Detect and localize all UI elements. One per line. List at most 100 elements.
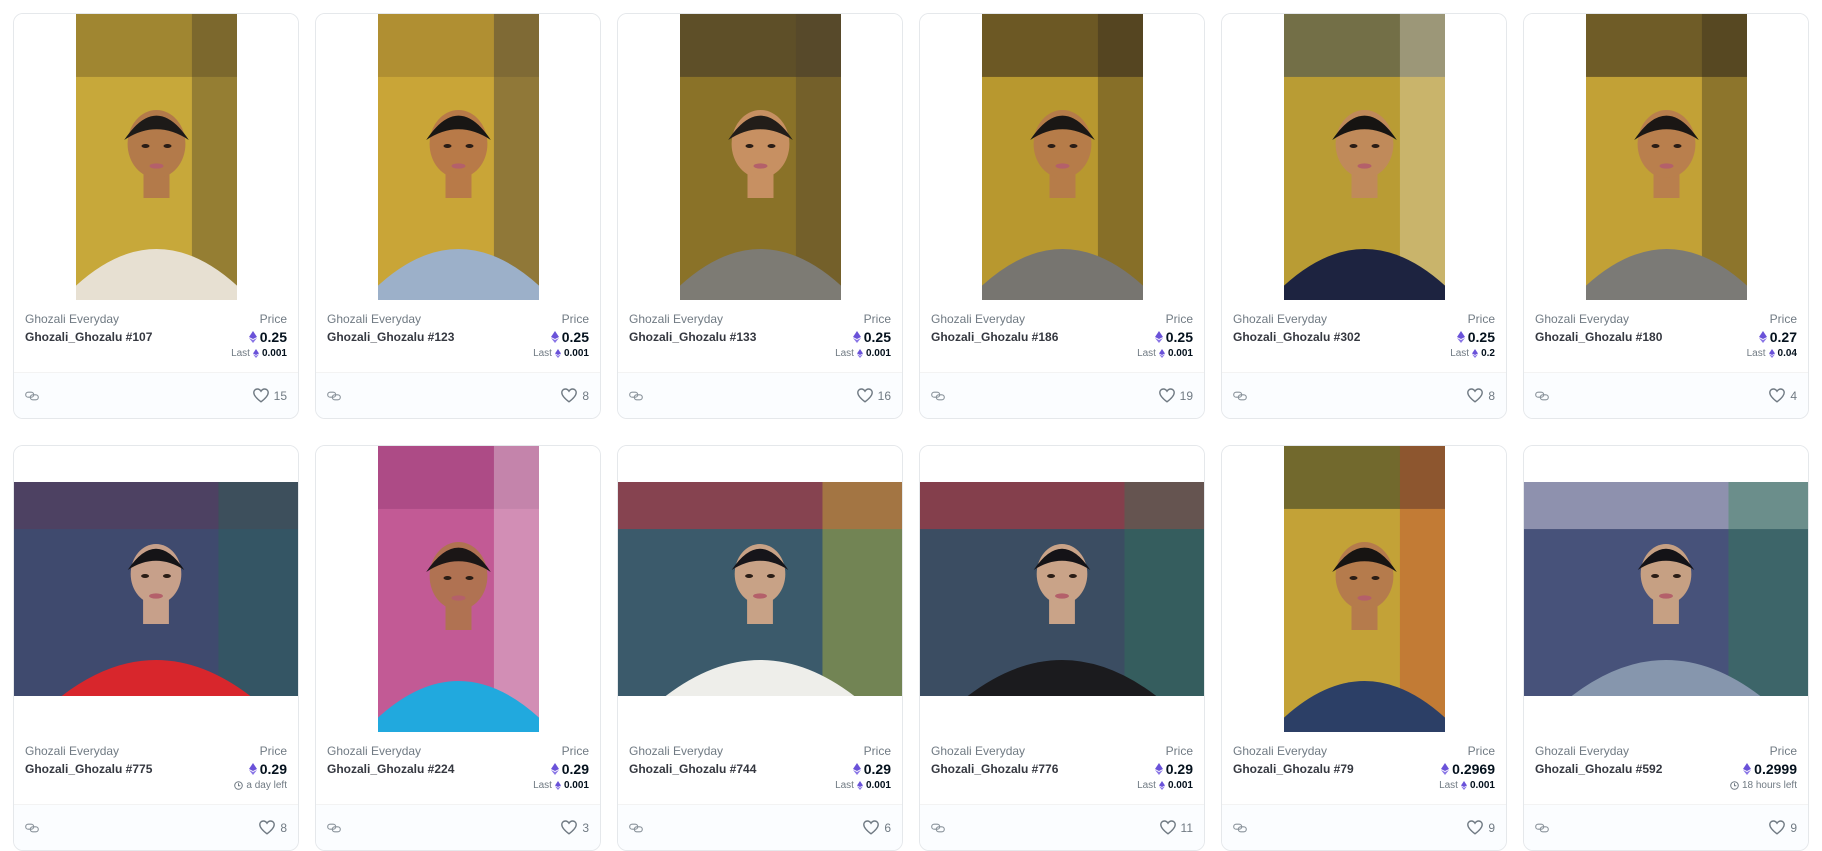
collection-name[interactable]: Ghozali Everyday [1535, 312, 1629, 326]
price: 0.25 [248, 329, 287, 345]
price-value: 0.29 [1165, 761, 1193, 777]
last-price: 0.001 [865, 780, 891, 791]
chain-link-icon[interactable] [327, 823, 341, 833]
token-name[interactable]: Ghozali_Ghozalu #180 [1535, 330, 1662, 344]
token-name[interactable]: Ghozali_Ghozalu #776 [931, 762, 1058, 776]
nft-card[interactable]: Ghozali Everyday Ghozali_Ghozalu #302 Pr… [1221, 13, 1507, 419]
collection-name[interactable]: Ghozali Everyday [629, 744, 723, 758]
ethereum-icon [554, 781, 561, 790]
nft-photo[interactable] [377, 446, 539, 732]
chain-link-icon[interactable] [1535, 823, 1549, 833]
collection-name[interactable]: Ghozali Everyday [629, 312, 723, 326]
nft-photo[interactable] [75, 14, 237, 300]
nft-media[interactable] [1524, 14, 1808, 300]
token-name[interactable]: Ghozali_Ghozalu #744 [629, 762, 756, 776]
like-button[interactable]: 6 [863, 820, 891, 835]
price-value: 0.25 [1165, 329, 1193, 345]
token-name[interactable]: Ghozali_Ghozalu #302 [1233, 330, 1360, 344]
nft-media[interactable] [618, 446, 902, 732]
nft-card[interactable]: Ghozali Everyday Ghozali_Ghozalu #224 Pr… [315, 445, 601, 851]
collection-name[interactable]: Ghozali Everyday [1233, 744, 1327, 758]
nft-card[interactable]: Ghozali Everyday Ghozali_Ghozalu #79 Pri… [1221, 445, 1507, 851]
nft-photo[interactable] [377, 14, 539, 300]
token-name[interactable]: Ghozali_Ghozalu #224 [327, 762, 454, 776]
nft-photo[interactable] [1283, 446, 1445, 732]
like-count: 4 [1790, 388, 1797, 403]
collection-name[interactable]: Ghozali Everyday [327, 312, 421, 326]
collection-name[interactable]: Ghozali Everyday [931, 744, 1025, 758]
token-name[interactable]: Ghozali_Ghozalu #107 [25, 330, 152, 344]
nft-card[interactable]: Ghozali Everyday Ghozali_Ghozalu #133 Pr… [617, 13, 903, 419]
nft-media[interactable] [316, 14, 600, 300]
token-name[interactable]: Ghozali_Ghozalu #123 [327, 330, 454, 344]
chain-link-icon[interactable] [327, 391, 341, 401]
nft-media[interactable] [14, 446, 298, 732]
nft-photo[interactable] [14, 482, 298, 696]
collection-name[interactable]: Ghozali Everyday [931, 312, 1025, 326]
nft-card[interactable]: Ghozali Everyday Ghozali_Ghozalu #180 Pr… [1523, 13, 1809, 419]
chain-link-icon[interactable] [629, 391, 643, 401]
chain-link-icon[interactable] [629, 823, 643, 833]
like-button[interactable]: 16 [856, 388, 891, 403]
nft-photo[interactable] [1283, 14, 1445, 300]
nft-photo[interactable] [1524, 482, 1808, 696]
collection-name[interactable]: Ghozali Everyday [25, 744, 119, 758]
nft-card[interactable]: Ghozali Everyday Ghozali_Ghozalu #775 Pr… [13, 445, 299, 851]
nft-card[interactable]: Ghozali Everyday Ghozali_Ghozalu #107 Pr… [13, 13, 299, 419]
token-name[interactable]: Ghozali_Ghozalu #79 [1233, 762, 1354, 776]
like-button[interactable]: 9 [1769, 820, 1797, 835]
collection-name[interactable]: Ghozali Everyday [327, 744, 421, 758]
sub-info: Last 0.001 [231, 348, 287, 359]
chain-link-icon[interactable] [931, 823, 945, 833]
nft-media[interactable] [14, 14, 298, 300]
like-button[interactable]: 11 [1159, 820, 1193, 835]
like-button[interactable]: 4 [1769, 388, 1797, 403]
chain-link-icon[interactable] [25, 391, 39, 401]
nft-photo[interactable] [618, 482, 902, 696]
nft-media[interactable] [1222, 446, 1506, 732]
nft-card[interactable]: Ghozali Everyday Ghozali_Ghozalu #592 Pr… [1523, 445, 1809, 851]
nft-photo[interactable] [981, 14, 1143, 300]
nft-media[interactable] [920, 446, 1204, 732]
chain-link-icon[interactable] [25, 823, 39, 833]
collection-name[interactable]: Ghozali Everyday [1233, 312, 1327, 326]
like-button[interactable]: 8 [259, 820, 287, 835]
nft-info: Ghozali Everyday Ghozali_Ghozalu #224 Pr… [316, 732, 600, 800]
chain-link-icon[interactable] [931, 391, 945, 401]
ethereum-icon [1460, 781, 1467, 790]
price: 0.27 [1758, 329, 1797, 345]
collection-name[interactable]: Ghozali Everyday [25, 312, 119, 326]
token-name[interactable]: Ghozali_Ghozalu #592 [1535, 762, 1662, 776]
token-name[interactable]: Ghozali_Ghozalu #775 [25, 762, 152, 776]
nft-card[interactable]: Ghozali Everyday Ghozali_Ghozalu #744 Pr… [617, 445, 903, 851]
chain-link-icon[interactable] [1233, 391, 1247, 401]
nft-photo[interactable] [679, 14, 841, 300]
like-button[interactable]: 9 [1467, 820, 1495, 835]
nft-media[interactable] [1524, 446, 1808, 732]
last-label: Last [1137, 780, 1156, 791]
nft-media[interactable] [618, 14, 902, 300]
nft-media[interactable] [316, 446, 600, 732]
chain-link-icon[interactable] [1233, 823, 1247, 833]
nft-photo[interactable] [920, 482, 1204, 696]
like-button[interactable]: 19 [1158, 388, 1193, 403]
nft-info: Ghozali Everyday Ghozali_Ghozalu #133 Pr… [618, 300, 902, 368]
token-name[interactable]: Ghozali_Ghozalu #133 [629, 330, 756, 344]
nft-media[interactable] [1222, 14, 1506, 300]
like-button[interactable]: 8 [1467, 388, 1495, 403]
price-label: Price [1467, 744, 1495, 758]
collection-name[interactable]: Ghozali Everyday [1535, 744, 1629, 758]
like-button[interactable]: 8 [561, 388, 589, 403]
like-button[interactable]: 3 [561, 820, 589, 835]
ethereum-icon [856, 781, 863, 790]
chain-link-icon[interactable] [1535, 391, 1549, 401]
nft-photo[interactable] [1585, 14, 1747, 300]
ethereum-icon [1154, 331, 1163, 343]
nft-card[interactable]: Ghozali Everyday Ghozali_Ghozalu #186 Pr… [919, 13, 1205, 419]
nft-card[interactable]: Ghozali Everyday Ghozali_Ghozalu #776 Pr… [919, 445, 1205, 851]
nft-info: Ghozali Everyday Ghozali_Ghozalu #186 Pr… [920, 300, 1204, 368]
like-button[interactable]: 15 [252, 388, 287, 403]
nft-media[interactable] [920, 14, 1204, 300]
nft-card[interactable]: Ghozali Everyday Ghozali_Ghozalu #123 Pr… [315, 13, 601, 419]
token-name[interactable]: Ghozali_Ghozalu #186 [931, 330, 1058, 344]
